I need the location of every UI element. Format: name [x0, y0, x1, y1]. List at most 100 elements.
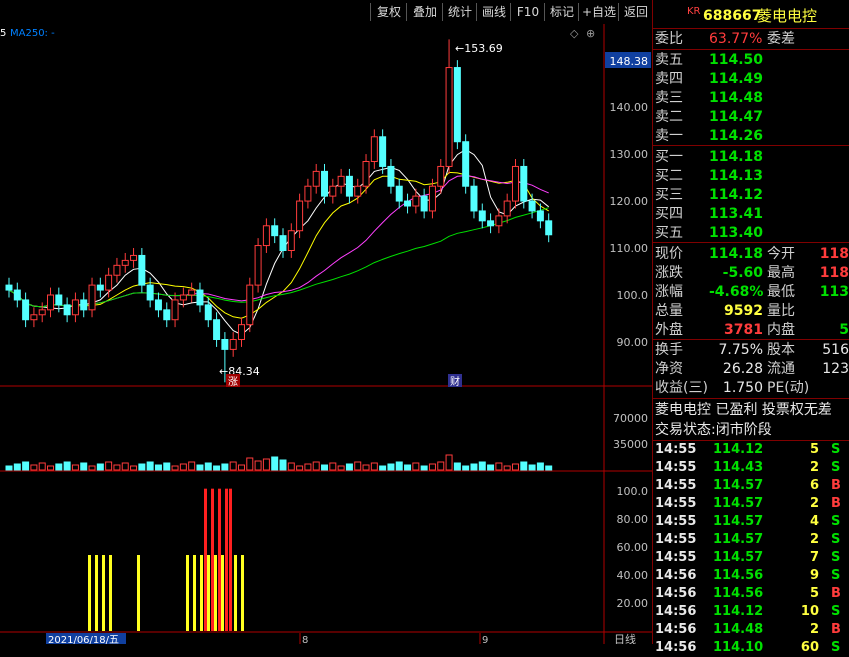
back-button[interactable]: 返回 [618, 3, 653, 21]
volume-bar [71, 464, 79, 471]
ask-row: 卖五 114.50 [653, 50, 849, 70]
tick-direction: S [831, 550, 841, 565]
tick-time: 14:56 [655, 586, 697, 601]
volume-bar [171, 465, 179, 471]
volume-bar [113, 464, 121, 471]
candle-body [470, 185, 478, 212]
volume-bar [88, 465, 96, 471]
candle-body [404, 200, 412, 207]
candle-body [345, 175, 353, 197]
quote-row: 总量 9592 量比 [653, 301, 849, 321]
candle-body [221, 339, 229, 350]
candle-body [5, 284, 13, 291]
tick-direction: S [831, 460, 841, 475]
tick-volume: 9 [809, 568, 819, 583]
stats-label: 股本 [767, 342, 795, 358]
tick-time: 14:55 [655, 478, 697, 493]
quote-row: 现价 114.18 今开 118 [653, 244, 849, 264]
tongji-button[interactable]: 统计 [442, 3, 477, 21]
add-watchlist-button[interactable]: +自选 [578, 3, 619, 21]
price-axis: 140.00 130.00 120.00 110.00 100.0 90.00 [610, 101, 649, 349]
volume-bar [312, 461, 320, 471]
indicator-bar [204, 488, 207, 631]
quote-label: 量比 [767, 303, 795, 319]
tick-row: 14:56 114.48 2 B [653, 621, 849, 639]
tick-price: 114.56 [713, 586, 764, 601]
stock-header: KR 688667 菱电电控 [653, 4, 849, 28]
volume-bar [321, 464, 329, 471]
volume-bar [445, 454, 453, 471]
zhang-label: 涨 [228, 376, 238, 388]
candle-body [13, 289, 21, 301]
chart-area[interactable]: 5 MA250: - ◇ ⊕ 148.38 140.00 130.00 120.… [0, 24, 652, 646]
tick-volume: 7 [809, 550, 819, 565]
biaoji-button[interactable]: 标记 [544, 3, 579, 21]
volume-bar [13, 463, 21, 471]
candle-body [495, 215, 503, 227]
tick-direction: B [831, 586, 841, 601]
volume-bar [354, 461, 362, 471]
volume-bar [204, 462, 212, 471]
volume-bar [337, 465, 345, 471]
period-label[interactable]: 日线 [614, 632, 636, 646]
indicator-bar [109, 555, 112, 631]
vol-tick: 35000 [613, 438, 648, 451]
vol-tick: 70000 [613, 412, 648, 425]
f10-button[interactable]: F10 [510, 3, 545, 21]
huaxian-button[interactable]: 画线 [476, 3, 511, 21]
quote-value: 9592 [724, 303, 763, 319]
fuquan-button[interactable]: 复权 [370, 3, 407, 21]
volume-bar [38, 462, 46, 471]
candle-body [370, 136, 378, 162]
kline-chart[interactable]: 5 MA250: - ◇ ⊕ 148.38 140.00 130.00 120.… [0, 24, 652, 646]
tick-direction: S [831, 514, 841, 529]
tick-row: 14:56 114.12 10 S [653, 603, 849, 621]
ask-label: 卖二 [655, 109, 683, 125]
diejia-button[interactable]: 叠加 [406, 3, 443, 21]
volume-bar [246, 457, 254, 471]
candle-body [420, 195, 428, 212]
candle-body [254, 245, 262, 286]
price-tick: 100.0 [617, 289, 649, 302]
indicator-bar [211, 488, 214, 631]
diamond-icon[interactable]: ◇ [570, 27, 579, 40]
volume-bar [470, 463, 478, 471]
zoom-icon[interactable]: ⊕ [586, 27, 595, 40]
volume-bar [262, 458, 270, 471]
volume-bar [412, 462, 420, 471]
volume-bar [146, 461, 154, 471]
candle-body [204, 304, 212, 321]
bid-price: 113.40 [709, 225, 764, 241]
candle-body [213, 319, 221, 341]
volume-bar [179, 463, 187, 471]
price-tick: 130.00 [610, 148, 649, 161]
ask-price: 114.48 [709, 90, 764, 106]
tick-direction: S [831, 532, 841, 547]
candle-body [487, 220, 495, 227]
tick-volume: 2 [809, 532, 819, 547]
cai-label: 财 [450, 375, 460, 388]
quote-label: 今开 [767, 246, 795, 262]
volume-bar [271, 456, 279, 471]
candle-body [478, 210, 486, 222]
candle-body [329, 185, 337, 197]
stats-label: 流通 [767, 361, 795, 377]
bid-label: 买五 [655, 225, 683, 241]
ind-tick: 60.00 [617, 541, 649, 554]
candle-body [536, 210, 544, 222]
ask-row: 卖一 114.26 [653, 126, 849, 146]
bid-label: 买一 [655, 149, 683, 165]
candle-body [88, 284, 96, 311]
quote-label: 外盘 [655, 322, 683, 338]
tick-time: 14:55 [655, 460, 697, 475]
tick-row: 14:55 114.57 7 S [653, 549, 849, 567]
quote-value: -5.60 [722, 265, 763, 281]
quote-label: 最低 [767, 284, 795, 300]
ma-prefix: 5 [0, 28, 6, 39]
tick-volume: 2 [809, 622, 819, 637]
ind-tick: 40.00 [617, 569, 649, 582]
ask-label: 卖四 [655, 71, 683, 87]
weibi-row: 委比 63.77% 委差 [655, 31, 795, 47]
kr-badge: KR [687, 6, 701, 17]
candle-body [154, 299, 162, 311]
